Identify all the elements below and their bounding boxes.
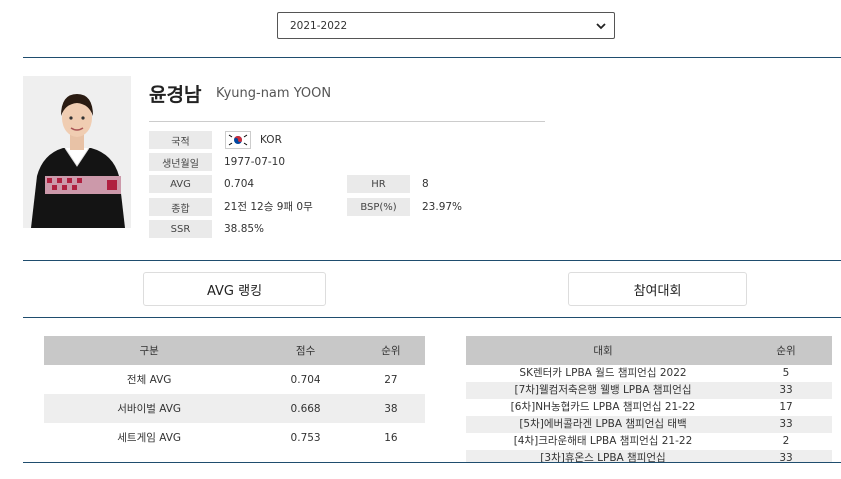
avg-ranking-table: 구분 점수 순위 전체 AVG 0.704 27 서바이벌 AVG 0.668 … xyxy=(44,336,425,452)
bsp-value: 23.97% xyxy=(422,201,463,213)
divider xyxy=(23,260,841,261)
season-select-value: 2021-2022 xyxy=(290,19,348,32)
player-photo xyxy=(23,76,131,228)
tournament-name: [3차]휴온스 LPBA 챔피언십 xyxy=(466,450,740,462)
record-label: 종합 xyxy=(149,198,212,216)
player-name-korean: 윤경남 xyxy=(149,84,202,106)
divider xyxy=(149,121,545,122)
table-row: 세트게임 AVG 0.753 16 xyxy=(44,423,425,452)
tournament-name: [7차]웰컴저축은행 웰뱅 LPBA 챔피언십 xyxy=(466,382,740,399)
table-cell: 서바이벌 AVG xyxy=(44,394,255,423)
table-cell: 0.668 xyxy=(254,394,357,423)
tournament-name: [6차]NH농협카드 LPBA 챔피언십 21-22 xyxy=(510,401,696,413)
tournament-rank: 33 xyxy=(740,382,832,399)
column-header: 대회 xyxy=(466,336,740,365)
column-header: 점수 xyxy=(254,336,357,365)
column-header: 구분 xyxy=(44,336,255,365)
tournament-rank: 33 xyxy=(740,450,832,462)
table-row[interactable]: SK렌터카 LPBA 월드 챔피언십 2022 5 xyxy=(466,365,832,382)
birth-value: 1977-07-10 xyxy=(224,156,286,168)
tournaments-button[interactable]: 참여대회 xyxy=(568,272,747,306)
avg-ranking-button[interactable]: AVG 랭킹 xyxy=(143,272,326,306)
tournament-rank: 33 xyxy=(740,416,832,433)
divider xyxy=(23,317,841,318)
column-header: 순위 xyxy=(740,336,832,365)
table-row: 서바이벌 AVG 0.668 38 xyxy=(44,394,425,423)
avg-value: 0.704 xyxy=(224,178,255,190)
nationality-value: KOR xyxy=(260,134,282,146)
table-cell: 0.753 xyxy=(290,431,321,444)
korea-flag-icon xyxy=(225,131,251,149)
player-name-english: Kyung-nam YOON xyxy=(216,86,332,101)
tournament-name: SK렌터카 LPBA 월드 챔피언십 2022 xyxy=(519,367,687,379)
tournament-rank: 5 xyxy=(782,367,790,379)
season-select[interactable]: 2021-2022 xyxy=(277,12,615,39)
table-cell: 27 xyxy=(384,373,398,386)
hr-label: HR xyxy=(347,175,410,193)
bsp-label: BSP(%) xyxy=(347,198,410,216)
table-cell: 38 xyxy=(356,394,425,423)
table-cell: 세트게임 AVG xyxy=(117,432,182,444)
tournament-name: [5차]에버콜라겐 LPBA 챔피언십 태백 xyxy=(466,416,740,433)
birth-label: 생년월일 xyxy=(149,153,212,171)
hr-value: 8 xyxy=(422,178,429,190)
table-header-row: 대회 순위 xyxy=(466,336,832,365)
table-row[interactable]: [3차]휴온스 LPBA 챔피언십 33 xyxy=(466,450,832,462)
tournament-table: 대회 순위 SK렌터카 LPBA 월드 챔피언십 2022 5 [7차]웰컴저축… xyxy=(466,336,832,462)
column-header: 순위 xyxy=(356,336,425,365)
tournament-rank: 17 xyxy=(779,401,793,413)
table-row[interactable]: [7차]웰컴저축은행 웰뱅 LPBA 챔피언십 33 xyxy=(466,382,832,399)
table-cell: 0.704 xyxy=(290,373,321,386)
table-row[interactable]: [4차]크라운해태 LPBA 챔피언십 21-22 2 xyxy=(466,433,832,450)
ssr-label: SSR xyxy=(149,220,212,238)
divider xyxy=(23,462,841,463)
table-cell: 16 xyxy=(384,431,398,444)
record-value: 21전 12승 9패 0무 xyxy=(224,201,313,213)
tournament-rank: 2 xyxy=(782,435,790,447)
avg-label: AVG xyxy=(149,175,212,193)
table-row[interactable]: [5차]에버콜라겐 LPBA 챔피언십 태백 33 xyxy=(466,416,832,433)
chevron-down-icon xyxy=(596,22,606,29)
nationality-label: 국적 xyxy=(149,131,212,149)
table-header-row: 구분 점수 순위 xyxy=(44,336,425,365)
divider xyxy=(23,57,841,58)
tournament-table-scroll[interactable]: 대회 순위 SK렌터카 LPBA 월드 챔피언십 2022 5 [7차]웰컴저축… xyxy=(466,336,832,462)
table-row: 전체 AVG 0.704 27 xyxy=(44,365,425,394)
ssr-value: 38.85% xyxy=(224,223,265,235)
table-row[interactable]: [6차]NH농협카드 LPBA 챔피언십 21-22 17 xyxy=(466,399,832,416)
table-cell: 전체 AVG xyxy=(126,374,172,386)
tournament-name: [4차]크라운해태 LPBA 챔피언십 21-22 xyxy=(513,435,693,447)
